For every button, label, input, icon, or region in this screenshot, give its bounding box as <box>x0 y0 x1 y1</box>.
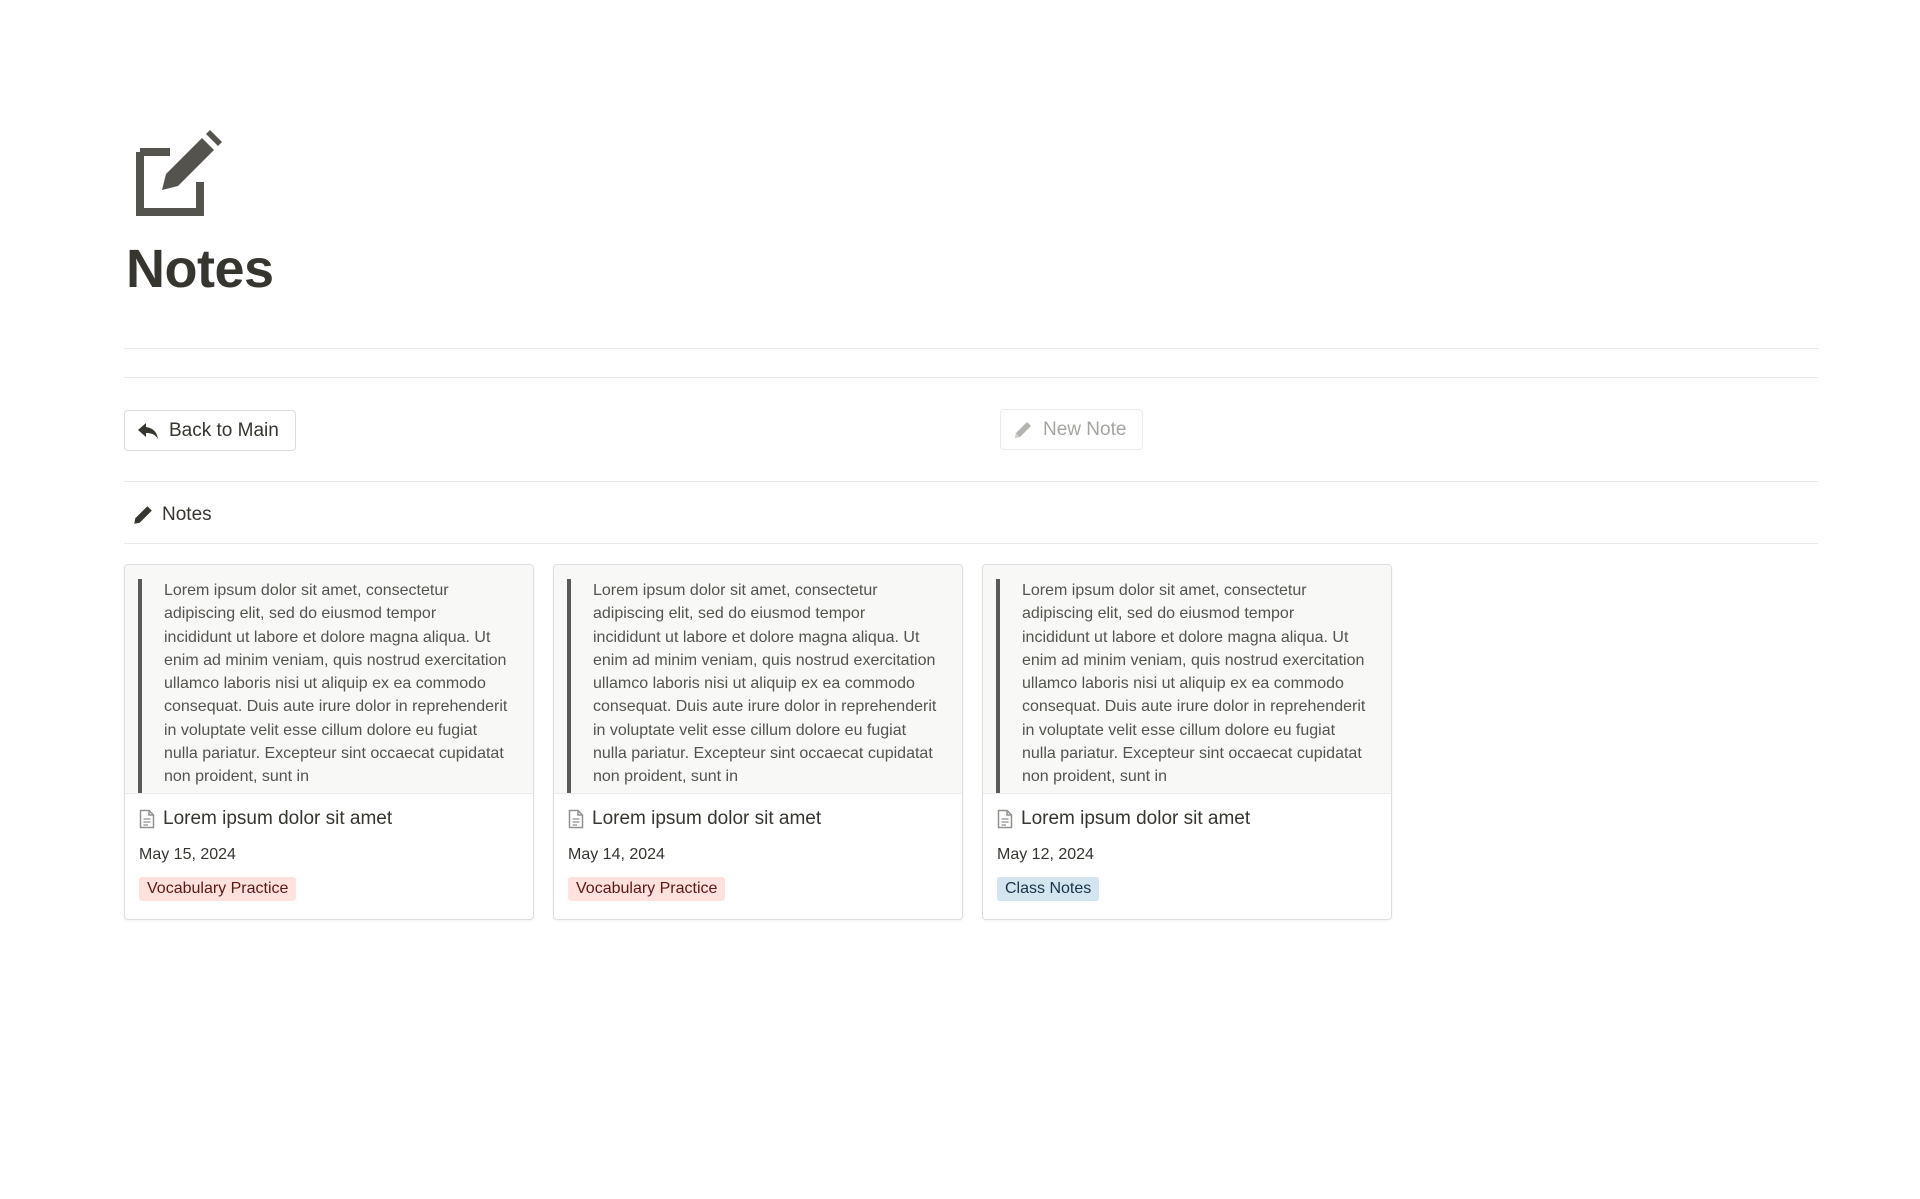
preview-quote: Lorem ipsum dolor sit amet, consectetur … <box>138 579 508 793</box>
edit-square-icon <box>136 130 222 216</box>
preview-quote: Lorem ipsum dolor sit amet, consectetur … <box>996 579 1366 793</box>
card-date: May 15, 2024 <box>139 846 236 863</box>
tag-badge: Class Notes <box>997 877 1100 901</box>
new-note-label: New Note <box>1043 418 1127 440</box>
divider <box>124 377 1818 378</box>
notes-page: Notes Back to Main New Note Notes Lorem … <box>0 0 1920 1199</box>
card-title: Lorem ipsum dolor sit amet <box>568 808 821 830</box>
pencil-icon <box>1015 421 1031 438</box>
page-icon <box>139 809 155 829</box>
back-to-main-label: Back to Main <box>169 419 279 441</box>
new-note-button[interactable]: New Note <box>1000 409 1144 450</box>
page-icon <box>568 809 584 829</box>
page-icon <box>997 809 1013 829</box>
card-title: Lorem ipsum dolor sit amet <box>139 808 392 830</box>
back-to-main-button[interactable]: Back to Main <box>124 410 296 451</box>
reply-arrow-icon <box>138 422 158 439</box>
divider <box>124 543 1818 544</box>
card-date: May 12, 2024 <box>997 846 1094 863</box>
tag-badge: Vocabulary Practice <box>139 877 297 901</box>
pencil-icon <box>134 506 152 524</box>
note-card[interactable]: Lorem ipsum dolor sit amet, consectetur … <box>124 564 534 920</box>
card-title-text: Lorem ipsum dolor sit amet <box>163 808 393 829</box>
card-title-text: Lorem ipsum dolor sit amet <box>592 808 822 829</box>
card-title-text: Lorem ipsum dolor sit amet <box>1021 808 1251 829</box>
card-preview: Lorem ipsum dolor sit amet, consectetur … <box>983 565 1391 794</box>
card-date: May 14, 2024 <box>568 846 665 863</box>
card-title: Lorem ipsum dolor sit amet <box>997 808 1250 830</box>
card-preview: Lorem ipsum dolor sit amet, consectetur … <box>125 565 533 794</box>
note-card[interactable]: Lorem ipsum dolor sit amet, consectetur … <box>982 564 1392 920</box>
tag-badge: Vocabulary Practice <box>568 877 726 901</box>
preview-quote: Lorem ipsum dolor sit amet, consectetur … <box>567 579 937 793</box>
view-tab-notes[interactable]: Notes <box>132 504 212 526</box>
divider <box>124 348 1818 349</box>
note-card[interactable]: Lorem ipsum dolor sit amet, consectetur … <box>553 564 963 920</box>
card-preview: Lorem ipsum dolor sit amet, consectetur … <box>554 565 962 794</box>
page-title: Notes <box>126 239 274 299</box>
divider <box>124 481 1818 482</box>
view-label: Notes <box>162 504 212 525</box>
